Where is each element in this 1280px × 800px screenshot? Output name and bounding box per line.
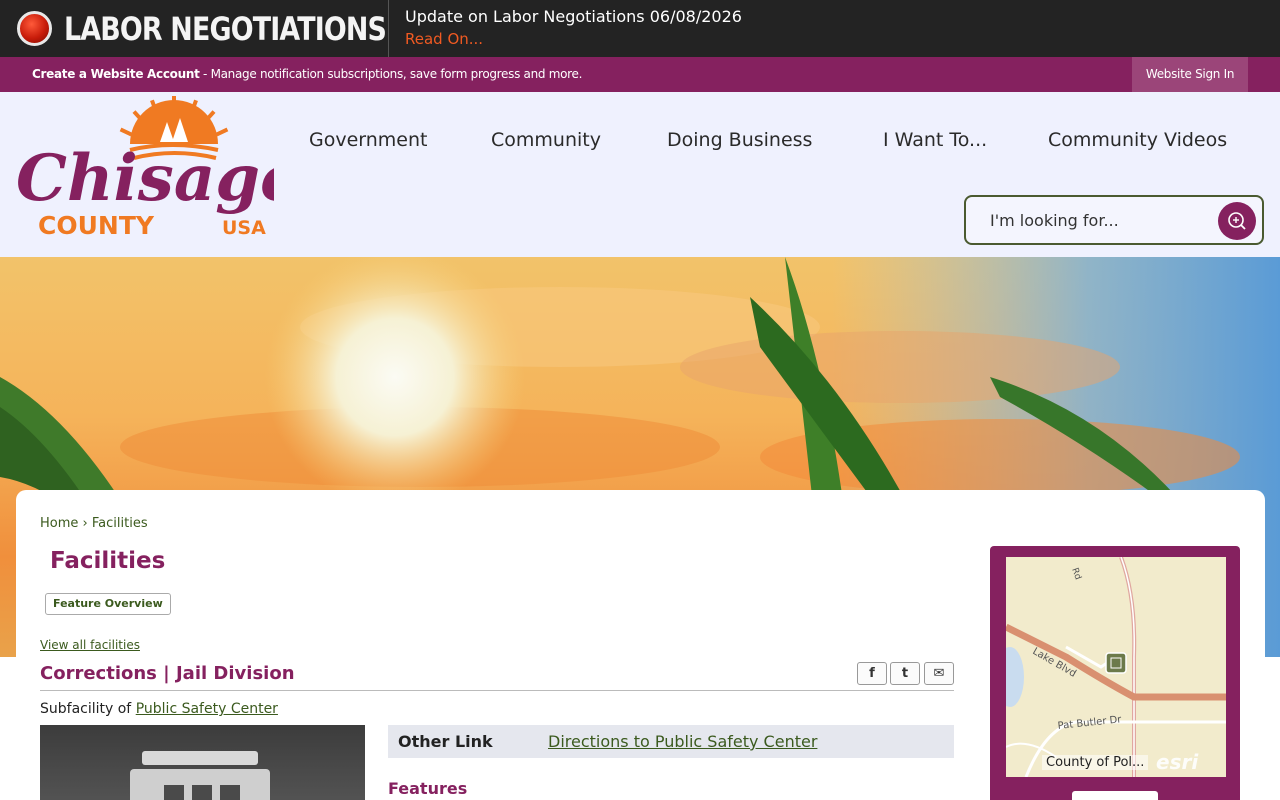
content-card: Home › Facilities Facilities Feature Ove… xyxy=(16,490,1265,800)
map-attribution: County of Pol... xyxy=(1042,755,1149,770)
breadcrumb-separator: › xyxy=(82,516,88,531)
subfacility-link[interactable]: Public Safety Center xyxy=(136,701,278,717)
twitter-icon: t xyxy=(901,666,909,681)
feature-overview-button[interactable]: Feature Overview xyxy=(45,593,171,615)
site-header: Chisago COUNTY USA Government Community … xyxy=(0,92,1280,257)
directions-link[interactable]: Directions to Public Safety Center xyxy=(548,732,817,751)
alert-read-on-link[interactable]: Read On... xyxy=(405,30,483,48)
email-icon: ✉ xyxy=(933,666,945,681)
email-share-button[interactable]: ✉ xyxy=(924,662,954,685)
alert-bar: LABOR NEGOTIATIONS Update on Labor Negot… xyxy=(0,0,1280,57)
subfacility-line: Subfacility of Public Safety Center xyxy=(40,701,278,717)
esri-logo: esri xyxy=(1156,750,1199,774)
alert-title: LABOR NEGOTIATIONS xyxy=(64,10,387,48)
search-icon xyxy=(1228,212,1246,230)
alert-icon xyxy=(17,11,52,46)
nav-community-videos[interactable]: Community Videos xyxy=(1048,129,1227,151)
facebook-share-button[interactable]: f xyxy=(857,662,887,685)
account-text: Create a Website Account - Manage notifi… xyxy=(32,67,582,81)
map-panel: Lake Blvd Pat Butler Dr Rd County of Pol… xyxy=(990,546,1240,800)
facility-image xyxy=(40,725,365,800)
nav-government[interactable]: Government xyxy=(309,129,428,151)
facebook-icon: f xyxy=(869,666,875,681)
facility-name: Corrections | Jail Division xyxy=(40,663,295,684)
breadcrumb: Home › Facilities xyxy=(40,516,148,531)
section-divider xyxy=(40,690,954,691)
account-description: - Manage notification subscriptions, sav… xyxy=(199,67,583,81)
building-icon xyxy=(130,751,270,800)
breadcrumb-home[interactable]: Home xyxy=(40,516,78,531)
twitter-share-button[interactable]: t xyxy=(890,662,920,685)
other-link-label: Other Link xyxy=(398,732,493,751)
nav-community[interactable]: Community xyxy=(491,129,601,151)
search-input[interactable]: I'm looking for... xyxy=(964,195,1264,245)
nav-i-want-to[interactable]: I Want To... xyxy=(883,129,987,151)
map-directions-button[interactable] xyxy=(1072,791,1158,800)
map-marker-icon[interactable] xyxy=(1105,652,1127,674)
alert-message[interactable]: Update on Labor Negotiations 06/08/2026 xyxy=(405,7,742,26)
logo-country: USA xyxy=(222,217,266,239)
search-button[interactable] xyxy=(1218,202,1256,240)
features-heading: Features xyxy=(388,779,468,798)
subfacility-prefix: Subfacility of xyxy=(40,701,136,717)
map-canvas: Lake Blvd Pat Butler Dr Rd xyxy=(1006,557,1226,777)
breadcrumb-current[interactable]: Facilities xyxy=(92,516,148,531)
view-all-facilities-link[interactable]: View all facilities xyxy=(40,638,140,652)
alert-divider xyxy=(388,0,389,57)
nav-doing-business[interactable]: Doing Business xyxy=(667,129,812,151)
logo-county: COUNTY xyxy=(38,211,155,240)
account-bar: Create a Website Account - Manage notifi… xyxy=(0,57,1280,92)
search-placeholder: I'm looking for... xyxy=(990,211,1119,230)
other-link-row: Other Link Directions to Public Safety C… xyxy=(388,725,954,758)
county-logo[interactable]: Chisago COUNTY USA xyxy=(12,96,274,246)
location-map[interactable]: Lake Blvd Pat Butler Dr Rd County of Pol… xyxy=(1006,557,1226,777)
create-account-link[interactable]: Create a Website Account xyxy=(32,67,200,81)
logo-name: Chisago xyxy=(16,141,274,216)
page-title: Facilities xyxy=(50,548,166,574)
sign-in-button[interactable]: Website Sign In xyxy=(1132,57,1248,92)
